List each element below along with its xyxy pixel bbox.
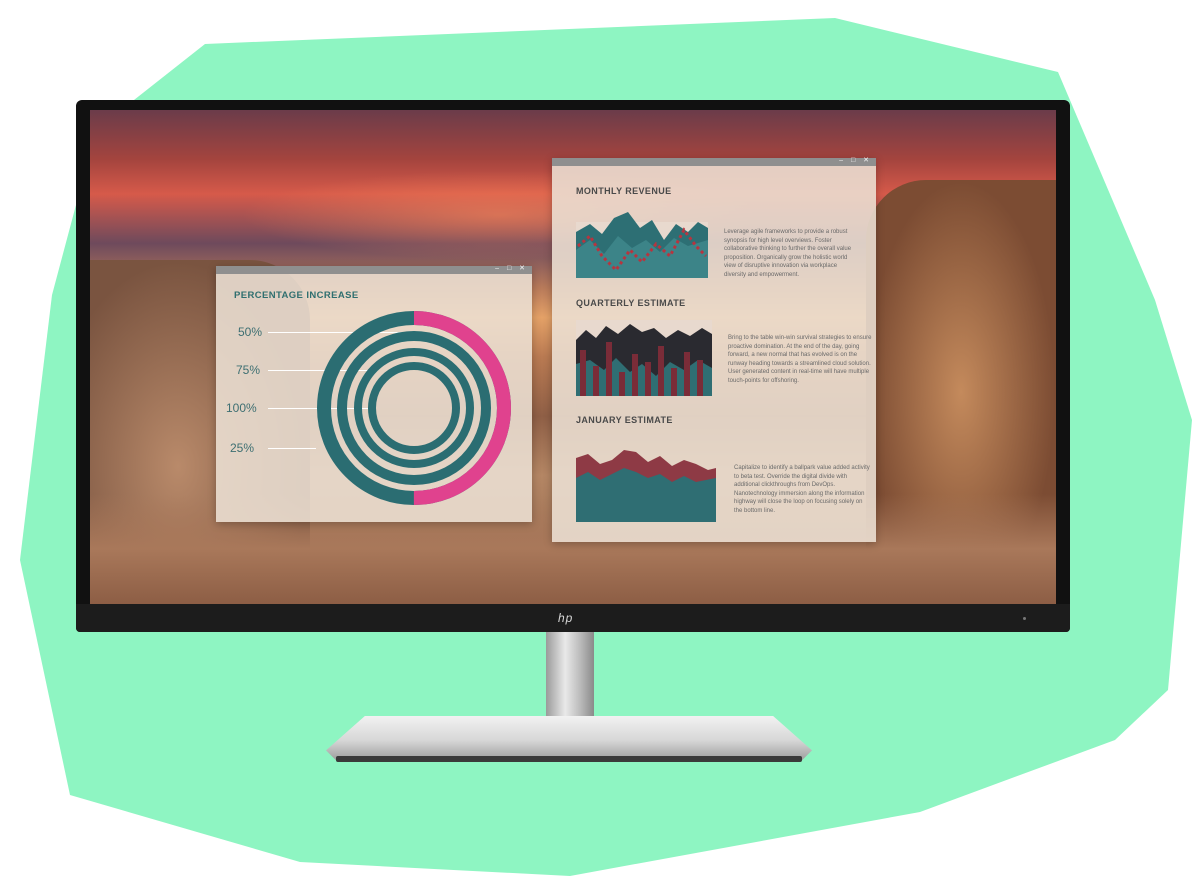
section-description: Bring to the table win-win survival stra…	[728, 335, 872, 384]
monitor-screen: – □ ✕ PERCENTAGE INCREASE 50% 75% 100% 2…	[90, 110, 1056, 604]
quarterly-bar	[606, 342, 612, 396]
quarterly-bar	[593, 366, 599, 396]
monitor-stand-base	[326, 716, 812, 760]
window-titlebar[interactable]: – □ ✕	[552, 156, 876, 166]
quarterly-bar	[619, 372, 625, 396]
january-estimate-chart	[576, 450, 716, 522]
revenue-window[interactable]: – □ ✕ MONTHLY REVENUE Leverage agile fra…	[552, 156, 876, 542]
section-title: JANUARY ESTIMATE	[576, 415, 673, 425]
monitor-stand-base-edge	[336, 756, 802, 762]
quarterly-bar	[671, 368, 677, 396]
percentage-increase-window[interactable]: – □ ✕ PERCENTAGE INCREASE 50% 75% 100% 2…	[216, 265, 532, 522]
ring-track	[368, 362, 460, 454]
quarterly-bar	[580, 350, 586, 396]
hp-logo: hp	[558, 611, 574, 625]
monitor: – □ ✕ PERCENTAGE INCREASE 50% 75% 100% 2…	[76, 100, 1070, 632]
ring-track	[337, 331, 491, 485]
quarterly-bar	[658, 346, 664, 396]
close-icon[interactable]: ✕	[863, 157, 872, 164]
quarterly-bar	[645, 362, 651, 396]
quarterly-bar	[684, 352, 690, 396]
quarterly-bar	[632, 354, 638, 396]
maximize-icon[interactable]: □	[851, 157, 858, 164]
section-title: MONTHLY REVENUE	[576, 186, 672, 196]
concentric-ring-chart	[317, 311, 511, 505]
minimize-icon[interactable]: –	[839, 157, 846, 164]
quarterly-bar	[697, 360, 703, 396]
monthly-revenue-chart	[576, 212, 708, 278]
quarterly-estimate-chart	[576, 320, 712, 396]
monitor-bezel-chin: hp	[76, 604, 1070, 632]
power-led-icon	[1023, 617, 1026, 620]
section-title: QUARTERLY ESTIMATE	[576, 298, 686, 308]
monitor-stand-neck	[546, 632, 594, 724]
section-description: Leverage agile frameworks to provide a r…	[724, 229, 852, 278]
section-description: Capitalize to identify a ballpark value …	[734, 465, 870, 514]
window-controls[interactable]: – □ ✕	[839, 156, 872, 164]
